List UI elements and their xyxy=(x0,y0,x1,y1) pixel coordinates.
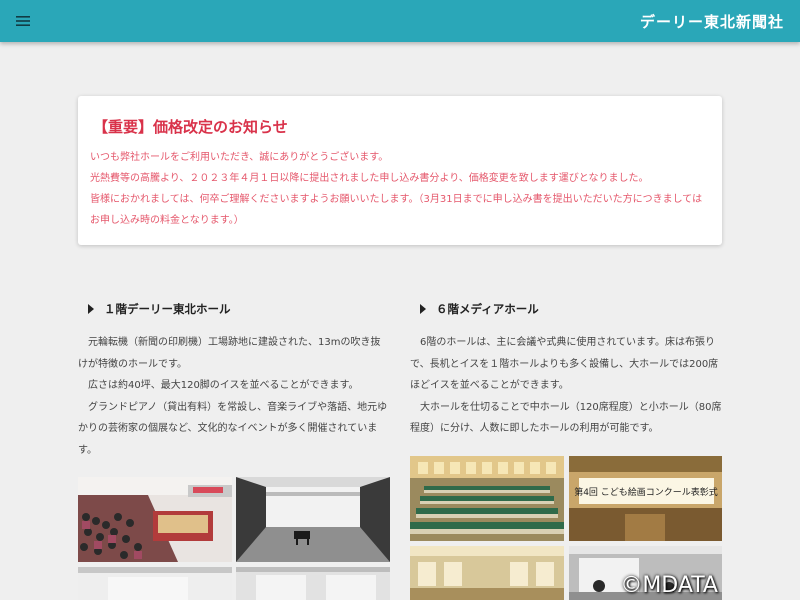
hall-6f-section: ６階メディアホール 6階のホールは、主に会議や式典に使用されています。床は布張り… xyxy=(410,296,722,440)
photo-1f-hall-piano xyxy=(236,477,390,562)
photo-6f-conference-room xyxy=(410,456,564,541)
hall-6f-paragraph-1: 6階のホールは、主に会議や式典に使用されています。床は布張りで、長机とイスを１階… xyxy=(410,337,719,391)
hall-1f-paragraph-3: グランドピアノ（貸出有料）を常設し、音楽ライブや落語、地元ゆかりの芸術家の個展な… xyxy=(78,401,388,456)
hall-1f-section: １階デーリー東北ホール 元輪転機（新聞の印刷機）工場跡地に建設された、13mの吹… xyxy=(78,296,390,461)
photo-1f-concert-audience xyxy=(78,477,232,562)
hall-6f-description: 6階のホールは、主に会議や式典に使用されています。床は布張りで、長机とイスを１階… xyxy=(410,332,722,440)
notice-line-1: いつも弊社ホールをご利用いただき、誠にありがとうございます。 xyxy=(90,152,389,163)
hamburger-menu-icon[interactable] xyxy=(12,12,36,30)
site-brand-title[interactable]: デーリー東北新聞社 xyxy=(640,11,784,32)
hall-1f-heading: １階デーリー東北ホール xyxy=(88,296,390,322)
photo-1f-hall-interior xyxy=(78,567,232,600)
notice-title: 【重要】価格改定のお知らせ xyxy=(93,118,288,136)
notice-line-2: 光熱費等の高騰より、２０２３年４月１日以降に提出されました申し込み書分より、価格… xyxy=(90,173,649,184)
price-change-notice-card: 【重要】価格改定のお知らせ いつも弊社ホールをご利用いただき、誠にありがとうござ… xyxy=(78,96,722,245)
photo-6f-award-ceremony: 第4回 こども絵画コンクール表彰式 xyxy=(569,456,722,541)
hall-1f-paragraph-1: 元輪転機（新聞の印刷機）工場跡地に建設された、13mの吹き抜けが特徴のホールです… xyxy=(78,337,381,370)
photo-1f-hall-wide xyxy=(236,567,390,600)
photo-6f-meeting: ©MDATA xyxy=(569,546,722,600)
triangle-bullet-icon xyxy=(88,304,94,314)
hall-1f-description: 元輪転機（新聞の印刷機）工場跡地に建設された、13mの吹き抜けが特徴のホールです… xyxy=(78,332,390,461)
hall-6f-heading: ６階メディアホール xyxy=(420,296,722,322)
hall-1f-paragraph-2: 広さは約40坪、最大120脚のイスを並べることができます。 xyxy=(88,380,359,391)
watermark-text: ©MDATA xyxy=(620,573,718,598)
hall-6f-heading-text: ６階メディアホール xyxy=(436,302,539,316)
award-banner-text: 第4回 こども絵画コンクール表彰式 xyxy=(574,486,718,498)
top-app-bar: デーリー東北新聞社 xyxy=(0,0,800,42)
hall-1f-heading-text: １階デーリー東北ホール xyxy=(104,302,231,316)
triangle-bullet-icon xyxy=(420,304,426,314)
hall-6f-paragraph-2: 大ホールを仕切ることで中ホール（120席程度）と小ホール（80席程度）に分け、人… xyxy=(410,401,722,435)
notice-line-3: 皆様におかれましては、何卒ご理解くださいますようお願いいたします。（3月31日ま… xyxy=(90,194,703,226)
photo-6f-hall-interior xyxy=(410,546,564,600)
